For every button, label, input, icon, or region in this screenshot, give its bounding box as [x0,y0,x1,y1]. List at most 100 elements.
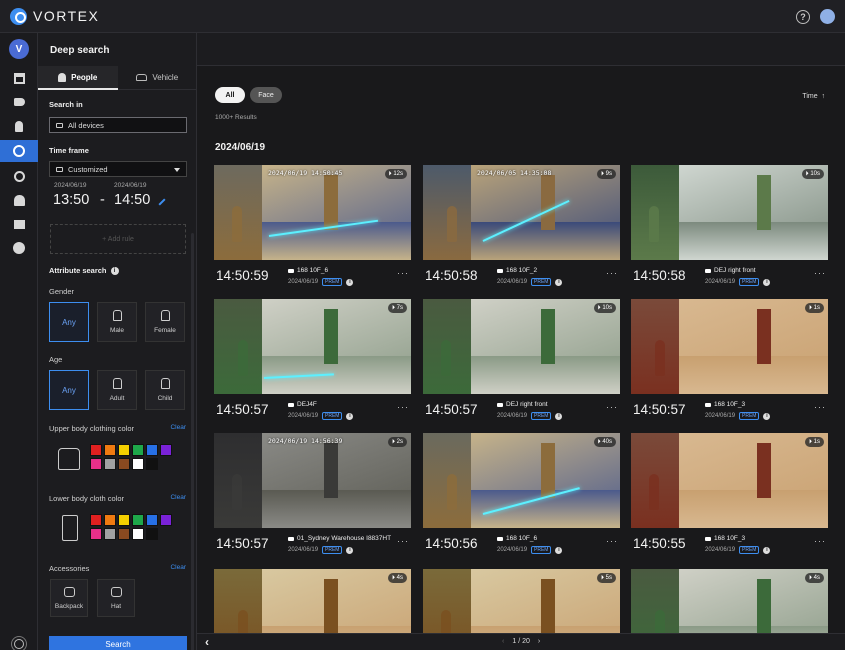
more-options-icon[interactable]: ··· [606,536,618,546]
info-icon[interactable]: i [346,412,354,420]
color-swatch[interactable] [104,514,116,526]
more-options-icon[interactable]: ··· [397,536,409,546]
info-icon[interactable]: i [763,412,771,420]
more-options-icon[interactable]: ··· [606,268,618,278]
more-options-icon[interactable]: ··· [397,402,409,412]
result-card[interactable]: ⏵ 7s 14:50:57 DEJ4F 2024/06/19 PREM i ··· [214,299,411,424]
info-icon[interactable]: i [763,546,771,554]
color-swatch[interactable] [146,458,158,470]
accessory-hat[interactable]: Hat [97,579,135,617]
result-thumbnail[interactable]: 2024/06/19 14:56:39 ⏵ 2s [214,433,411,528]
lower-color-clear[interactable]: Clear [170,494,186,501]
result-camera[interactable]: DEJ right front [497,401,548,408]
result-camera[interactable]: DEJ right front [705,267,756,274]
result-camera[interactable]: 168 10F_3 [705,535,745,542]
color-swatch[interactable] [146,444,158,456]
more-options-icon[interactable]: ··· [814,536,826,546]
rail-item-alerts[interactable] [0,189,38,211]
result-card[interactable]: 2024/06/05 14:35:08 ⏵ 9s 14:50:58 168 10F_2… [423,165,620,290]
color-swatch[interactable] [146,514,158,526]
tab-vehicle[interactable]: Vehicle [117,66,197,90]
color-swatch[interactable] [90,514,102,526]
more-options-icon[interactable]: ··· [814,402,826,412]
result-thumbnail[interactable]: 2024/06/05 14:35:08 ⏵ 9s [423,165,620,260]
prev-page-button[interactable]: ‹ [502,638,504,645]
color-swatch[interactable] [118,458,130,470]
result-thumbnail[interactable]: ⏵ 1s [631,433,828,528]
color-swatch[interactable] [132,514,144,526]
result-card[interactable]: ⏵ 10s 14:50:57 DEJ right front 2024/06/19 PR… [423,299,620,424]
start-time[interactable]: 13:50 [53,192,89,208]
rail-item-people[interactable] [0,115,38,137]
color-swatch[interactable] [132,458,144,470]
result-thumbnail[interactable]: ⏵ 10s [423,299,620,394]
age-child[interactable]: Child [145,370,185,410]
rail-item-settings[interactable] [0,237,38,259]
result-thumbnail[interactable]: ⏵ 40s [423,433,620,528]
color-swatch[interactable] [90,444,102,456]
result-card[interactable]: ⏵ 1s 14:50:57 168 10F_3 2024/06/19 PREM i ··· [631,299,828,424]
color-swatch[interactable] [132,444,144,456]
info-icon[interactable]: i [555,412,563,420]
accessory-backpack[interactable]: Backpack [50,579,88,617]
result-camera[interactable]: 168 10F_6 [497,535,537,542]
result-thumbnail[interactable]: ⏵ 7s [214,299,411,394]
result-thumbnail[interactable]: 2024/06/19 14:50:45 ⏵ 12s [214,165,411,260]
upper-color-clear[interactable]: Clear [170,424,186,431]
rail-avatar[interactable]: V [0,38,38,60]
result-camera[interactable]: 168 10F_2 [497,267,537,274]
end-time[interactable]: 14:50 [114,192,150,208]
search-in-field[interactable]: All devices [49,117,187,133]
color-swatch[interactable] [132,528,144,540]
result-camera[interactable]: 01_Sydney Warehouse I8837HT [288,535,391,542]
rail-item-archive[interactable] [0,213,38,235]
more-options-icon[interactable]: ··· [606,402,618,412]
accessories-clear[interactable]: Clear [170,564,186,571]
color-swatch[interactable] [104,444,116,456]
color-swatch[interactable] [118,444,130,456]
filter-chip-face[interactable]: Face [250,87,282,103]
more-options-icon[interactable]: ··· [397,268,409,278]
info-icon[interactable]: i [110,267,119,276]
sort-control[interactable]: Time ↑ [802,93,825,100]
info-icon[interactable]: i [555,546,563,554]
rail-item-deep-search[interactable] [0,140,38,162]
result-thumbnail[interactable]: ⏵ 10s [631,165,828,260]
user-avatar[interactable] [820,9,835,24]
age-adult[interactable]: Adult [97,370,137,410]
info-icon[interactable]: i [763,278,771,286]
app-logo[interactable]: VORTEX [10,7,99,25]
rail-item-cameras[interactable] [0,91,38,113]
color-swatch[interactable] [160,444,172,456]
time-frame-select[interactable]: Customized [49,161,187,177]
help-icon[interactable]: ? [796,9,810,24]
result-card[interactable]: 2024/06/19 14:56:39 ⏵ 2s 14:50:57 01_Sydney… [214,433,411,558]
result-camera[interactable]: DEJ4F [288,401,317,408]
info-icon[interactable]: i [346,278,354,286]
age-any[interactable]: Any [49,370,89,410]
result-thumbnail[interactable]: ⏵ 1s [631,299,828,394]
rail-item-theme[interactable] [0,633,38,650]
color-swatch[interactable] [90,528,102,540]
edit-icon[interactable] [158,198,166,206]
filter-chip-all[interactable]: All [215,87,245,103]
gender-male[interactable]: Male [97,302,137,342]
color-swatch[interactable] [104,458,116,470]
color-swatch[interactable] [118,514,130,526]
search-button[interactable]: Search [49,636,187,650]
more-options-icon[interactable]: ··· [814,268,826,278]
info-icon[interactable]: i [346,546,354,554]
rail-item-face[interactable] [0,165,38,187]
color-swatch[interactable] [160,514,172,526]
gender-any[interactable]: Any [49,302,89,342]
color-swatch[interactable] [118,528,130,540]
collapse-panel-button[interactable]: ‹ [205,635,209,649]
result-card[interactable]: ⏵ 40s 14:50:56 168 10F_6 2024/06/19 PREM i ··· [423,433,620,558]
info-icon[interactable]: i [555,278,563,286]
gender-female[interactable]: Female [145,302,185,342]
result-card[interactable]: 2024/06/19 14:50:45 ⏵ 12s 14:50:59 168 10F_… [214,165,411,290]
color-swatch[interactable] [90,458,102,470]
color-swatch[interactable] [104,528,116,540]
result-camera[interactable]: 168 10F_6 [288,267,328,274]
tab-people[interactable]: People [38,66,118,90]
